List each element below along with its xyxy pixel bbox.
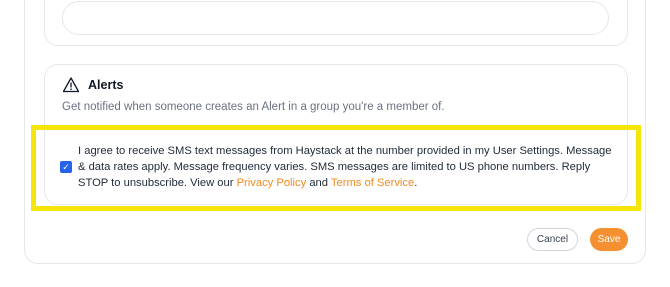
consent-and-text: and — [306, 177, 331, 189]
alerts-description: Get notified when someone creates an Ale… — [62, 101, 445, 113]
alerts-title: Alerts — [88, 78, 124, 92]
warning-triangle-icon — [62, 76, 80, 94]
divider — [62, 127, 609, 128]
cancel-button[interactable]: Cancel — [527, 228, 578, 251]
sms-consent-text: I agree to receive SMS text messages fro… — [78, 143, 620, 191]
previous-section-input[interactable] — [62, 1, 609, 35]
alerts-header: Alerts — [62, 76, 123, 94]
terms-of-service-link[interactable]: Terms of Service — [331, 177, 414, 189]
privacy-policy-link[interactable]: Privacy Policy — [237, 177, 307, 189]
sms-consent-row: ✓ I agree to receive SMS text messages f… — [60, 143, 620, 191]
save-button[interactable]: Save — [590, 228, 628, 251]
consent-end-text: . — [414, 177, 418, 189]
sms-consent-checkbox[interactable]: ✓ — [60, 161, 72, 173]
